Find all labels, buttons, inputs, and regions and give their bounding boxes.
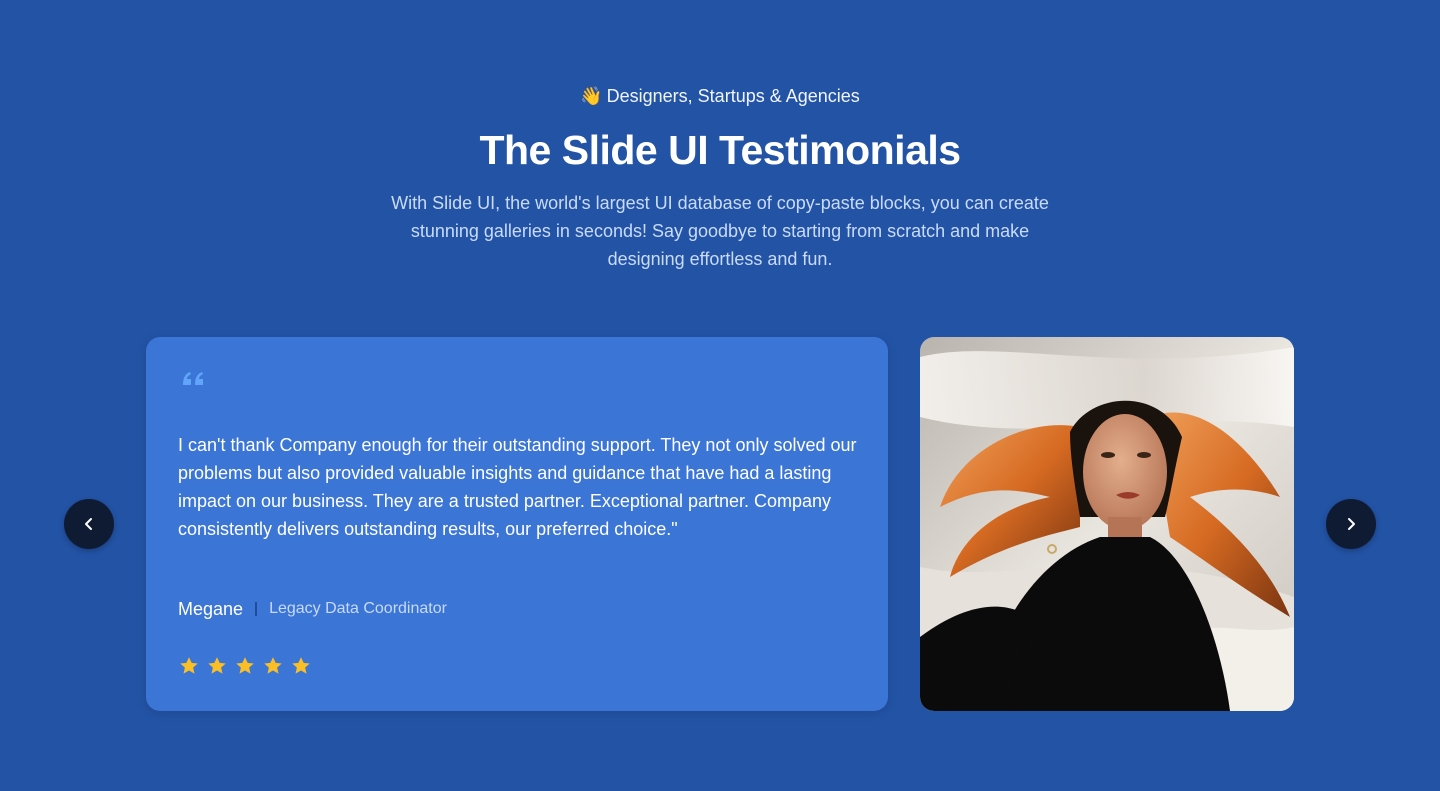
waving-hand-icon: 👋 <box>580 86 603 106</box>
star-icon <box>208 657 226 674</box>
eyebrow-text: Designers, Startups & Agencies <box>606 86 860 106</box>
testimonial-author: Megane Legacy Data Coordinator <box>178 597 447 621</box>
next-button[interactable] <box>1326 499 1376 549</box>
author-name: Megane <box>178 599 244 619</box>
star-icon <box>236 657 254 674</box>
page-title: The Slide UI Testimonials <box>479 127 961 173</box>
chevron-right-icon <box>1348 518 1355 530</box>
page-subtitle: With Slide UI, the world's largest UI da… <box>391 193 1049 269</box>
star-icon <box>180 657 198 674</box>
testimonial-quote: I can't thank Company enough for their o… <box>178 435 857 539</box>
eyebrow: 👋 Designers, Startups & Agencies <box>0 84 1440 108</box>
previous-button[interactable] <box>64 499 114 549</box>
quote-icon <box>183 372 203 385</box>
portrait-image <box>920 337 1294 711</box>
author-divider <box>255 602 258 616</box>
star-rating <box>178 655 312 677</box>
star-icon <box>292 657 310 674</box>
author-role: Legacy Data Coordinator <box>269 600 447 617</box>
chevron-left-icon <box>85 518 92 530</box>
testimonial-photo <box>920 337 1294 711</box>
star-icon <box>264 657 282 674</box>
